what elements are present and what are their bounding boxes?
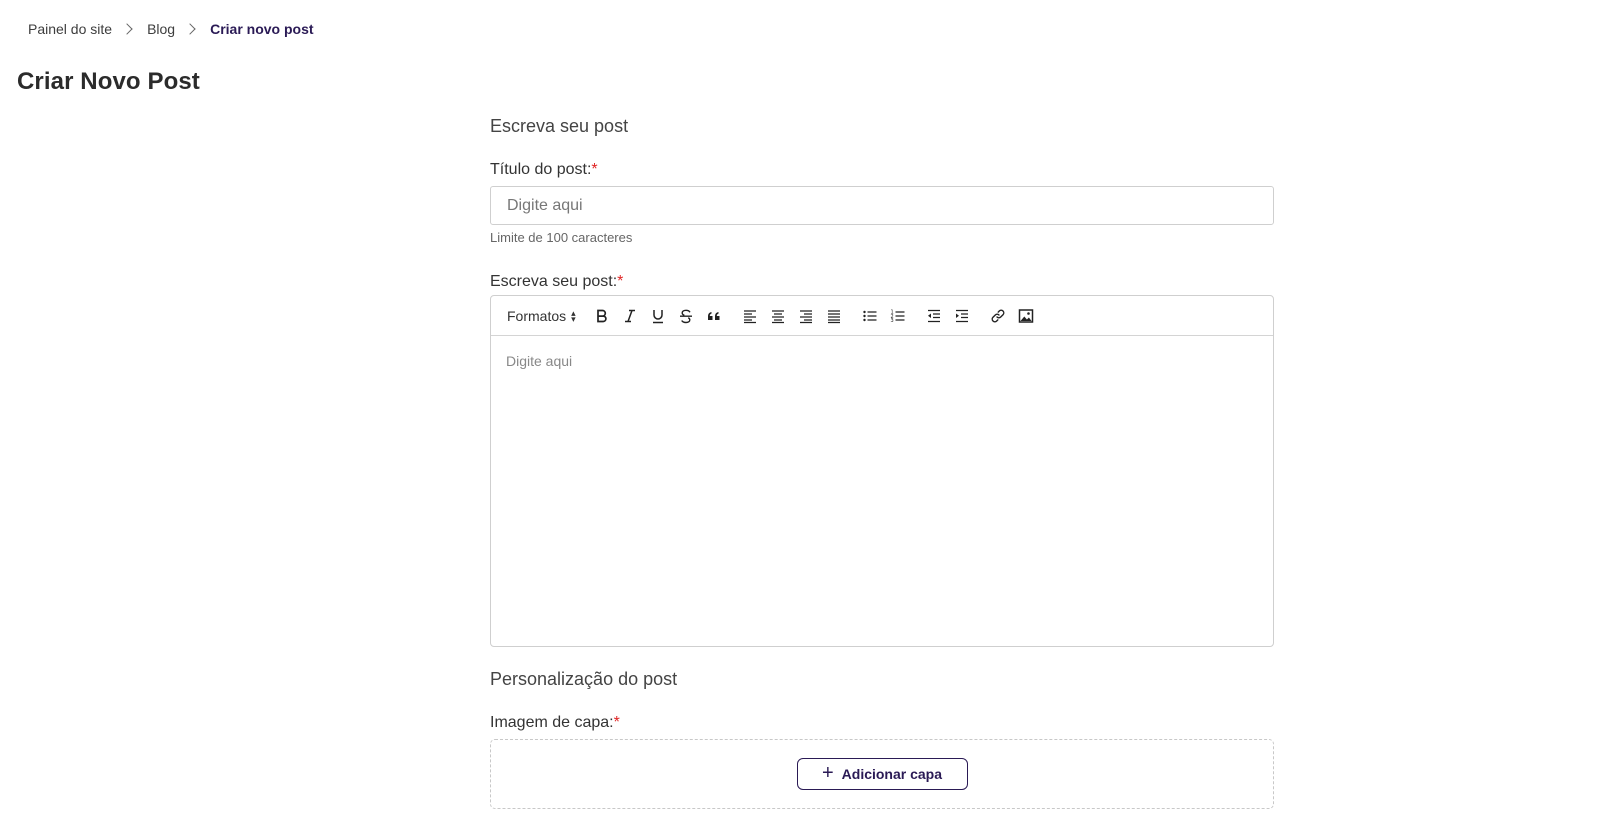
cover-image-label-text: Imagem de capa: <box>490 714 614 731</box>
post-content-label-text: Escreva seu post: <box>490 273 618 290</box>
formats-label: Formatos <box>507 307 567 324</box>
post-title-input[interactable] <box>490 186 1274 225</box>
bullet-list-icon[interactable] <box>856 304 884 328</box>
numbered-list-icon[interactable]: 123 <box>884 304 912 328</box>
post-title-label: Título do post:* <box>490 161 598 179</box>
customize-section-title: Personalização do post <box>490 669 678 689</box>
sort-arrows-icon: ▴ ▾ <box>571 307 576 324</box>
add-cover-button[interactable]: + Adicionar capa <box>796 758 968 790</box>
plus-icon: + <box>821 762 834 784</box>
outdent-icon[interactable] <box>920 304 948 328</box>
breadcrumb-item-painel[interactable]: Painel do site <box>28 21 112 37</box>
rich-text-editor: Formatos ▴ ▾ 1 2 3 Digite aqui <box>490 295 1274 647</box>
align-left-icon[interactable] <box>736 304 764 328</box>
breadcrumb-item-current: Criar novo post <box>210 21 314 37</box>
image-icon[interactable] <box>1012 304 1040 328</box>
align-center-icon[interactable] <box>764 304 792 328</box>
post-title-label-text: Título do post: <box>490 161 592 178</box>
page-title: Criar Novo Post <box>17 68 200 95</box>
post-title-hint: Limite de 100 caracteres <box>490 230 633 245</box>
required-mark: * <box>591 161 598 178</box>
indent-icon[interactable] <box>948 304 976 328</box>
align-justify-icon[interactable] <box>820 304 848 328</box>
required-mark: * <box>613 714 620 731</box>
editor-content-area[interactable]: Digite aqui <box>491 336 1273 646</box>
underline-icon[interactable] <box>644 304 672 328</box>
add-cover-button-label: Adicionar capa <box>841 766 943 782</box>
formats-dropdown[interactable]: Formatos ▴ ▾ <box>507 308 576 324</box>
bold-icon[interactable] <box>588 304 616 328</box>
chevron-right-icon <box>121 23 133 35</box>
required-mark: * <box>617 273 624 290</box>
quote-icon[interactable] <box>700 304 728 328</box>
align-right-icon[interactable] <box>792 304 820 328</box>
strikethrough-icon[interactable] <box>672 304 700 328</box>
write-section-title: Escreva seu post <box>490 116 629 136</box>
editor-toolbar: Formatos ▴ ▾ 1 2 3 <box>491 296 1273 336</box>
breadcrumb: Painel do site Blog Criar novo post <box>28 21 314 37</box>
italic-icon[interactable] <box>616 304 644 328</box>
link-icon[interactable] <box>984 304 1012 328</box>
cover-image-dropzone[interactable]: + Adicionar capa <box>490 739 1274 809</box>
svg-text:3: 3 <box>890 318 893 324</box>
post-content-label: Escreva seu post:* <box>490 273 623 291</box>
breadcrumb-item-blog[interactable]: Blog <box>147 21 175 37</box>
cover-image-label: Imagem de capa:* <box>490 714 620 732</box>
chevron-right-icon <box>184 23 196 35</box>
